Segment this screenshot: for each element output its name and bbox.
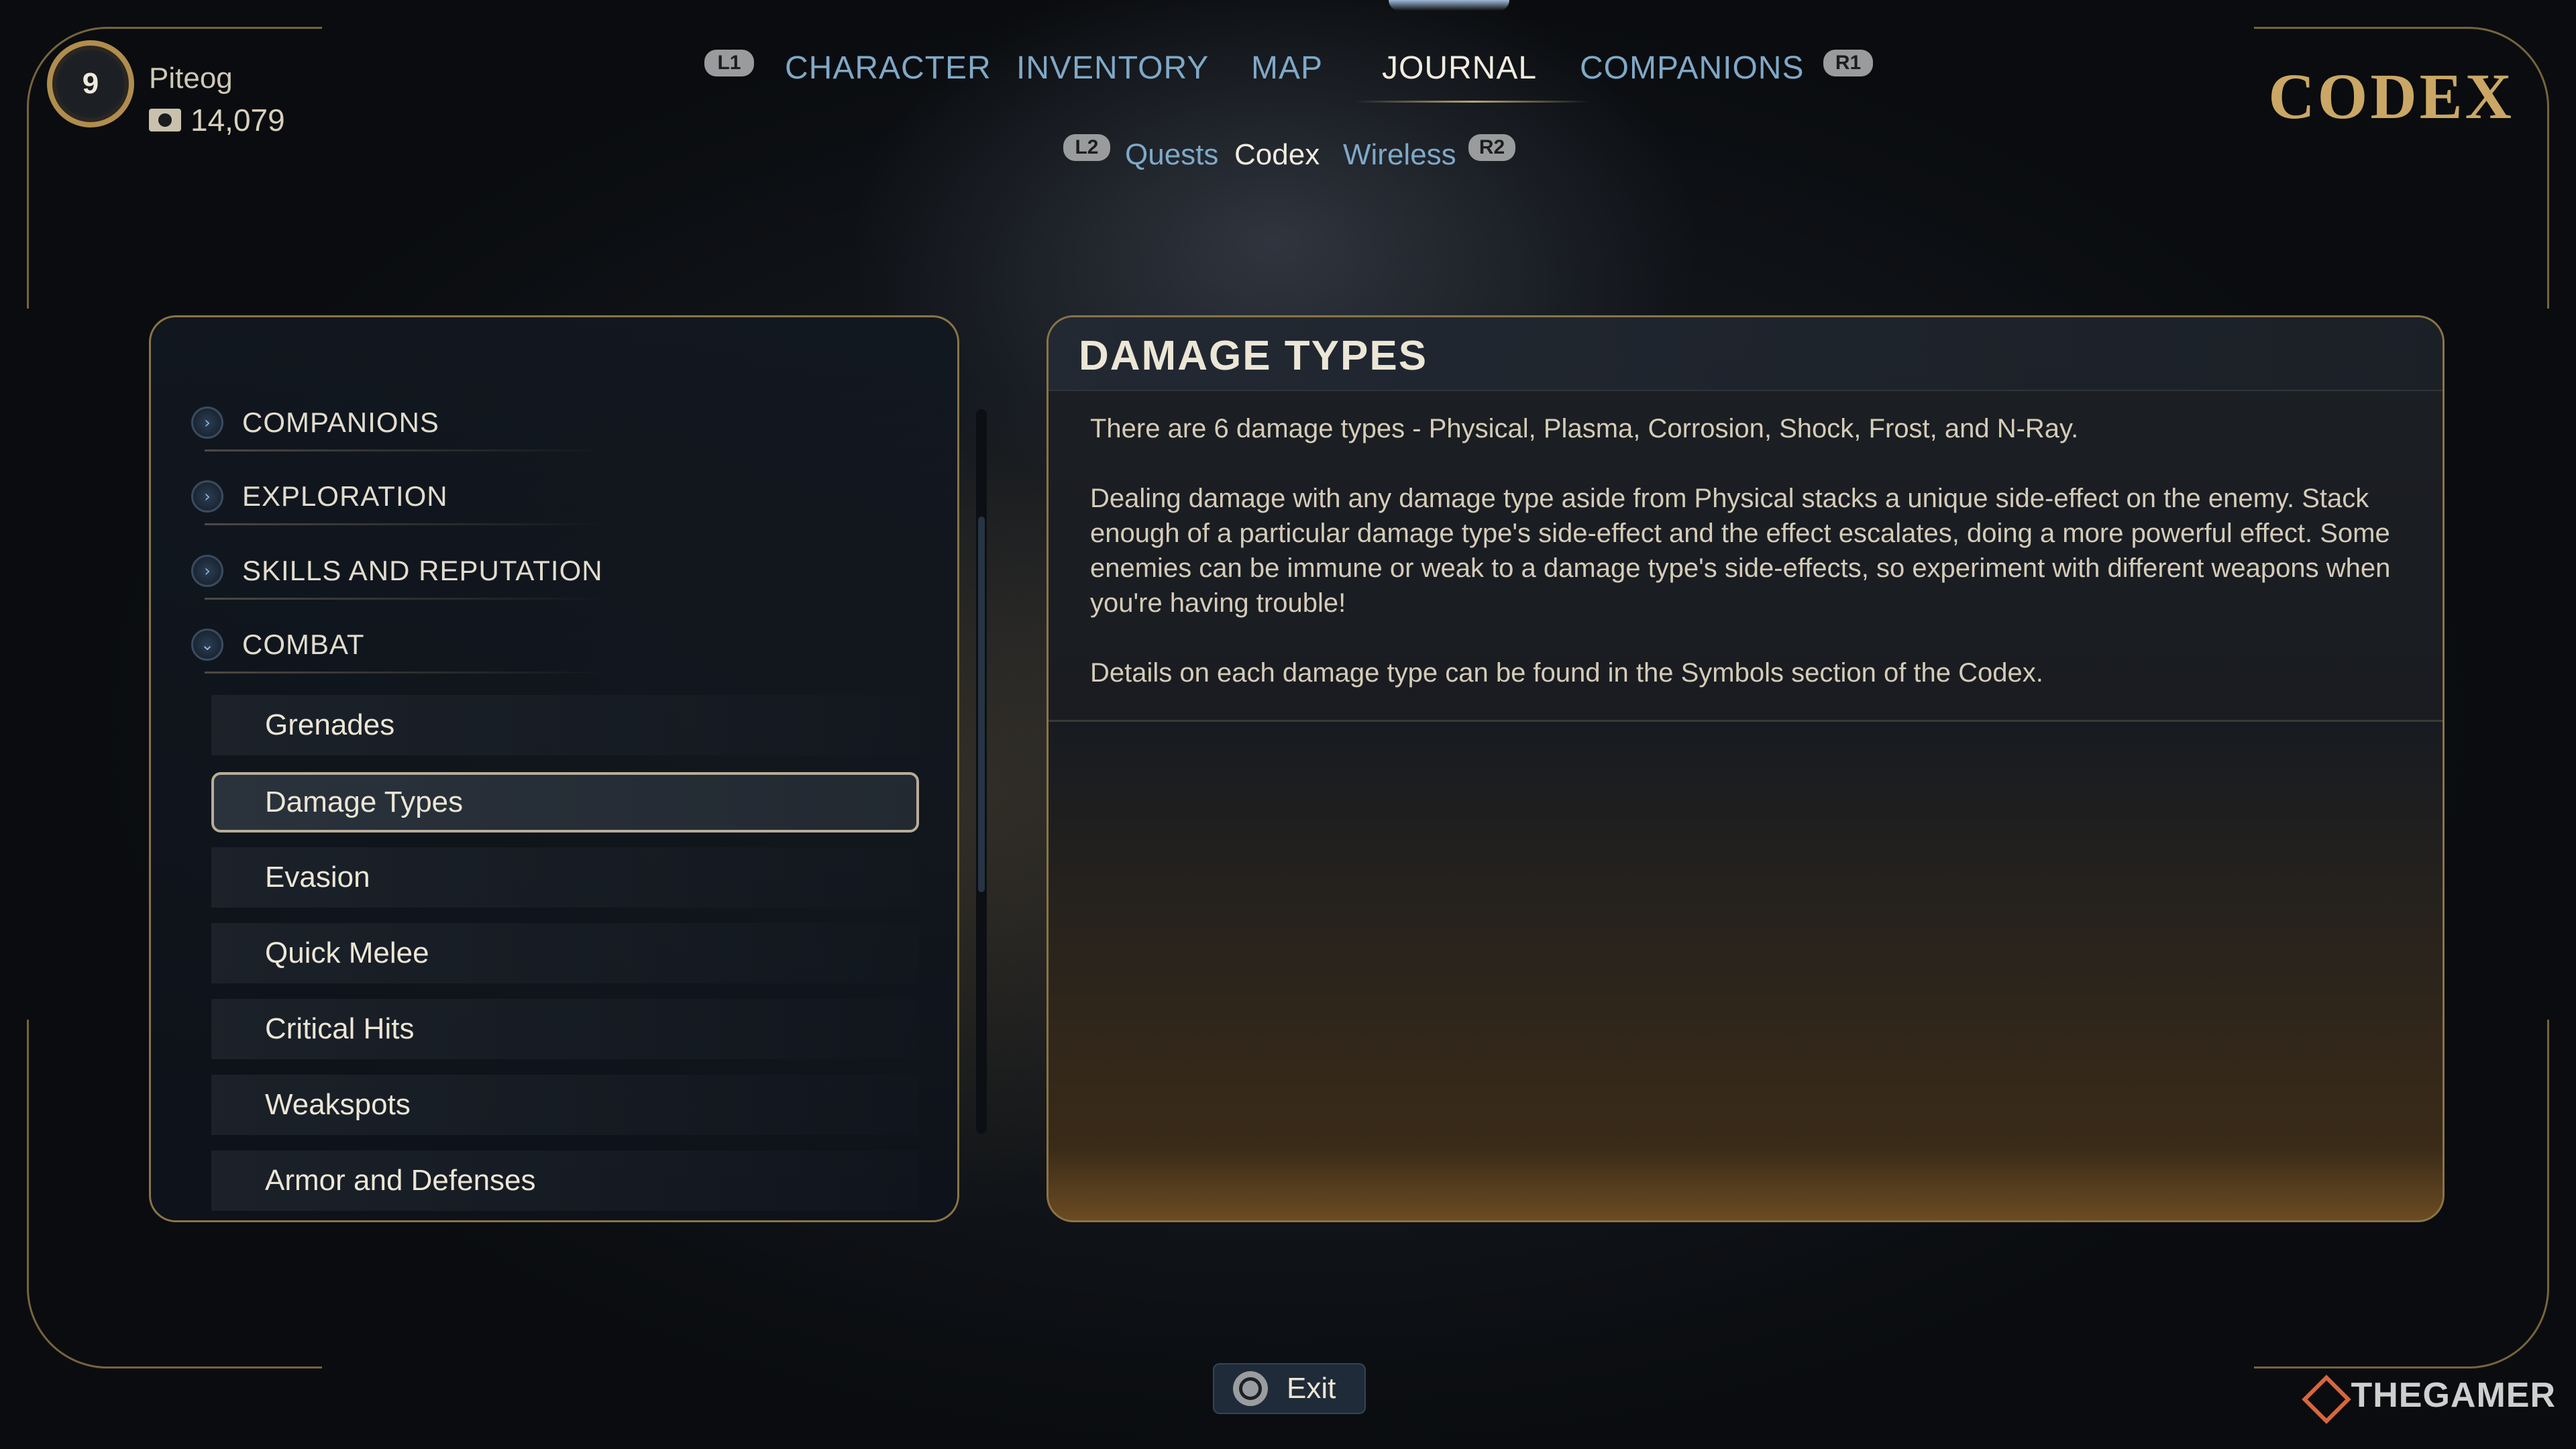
category-label: COMPANIONS: [242, 407, 439, 438]
detail-body: There are 6 damage types - Physical, Pla…: [1090, 411, 2405, 725]
category-companions[interactable]: › COMPANIONS: [191, 392, 795, 453]
chevron-right-icon: ›: [191, 407, 223, 439]
category-skills-and-reputation[interactable]: › SKILLS AND REPUTATION: [191, 541, 795, 601]
circle-button-icon: [1233, 1371, 1268, 1406]
subtab-wireless[interactable]: Wireless: [1343, 138, 1456, 172]
detail-paragraph: There are 6 damage types - Physical, Pla…: [1090, 414, 2079, 443]
category-exploration[interactable]: › EXPLORATION: [191, 466, 795, 527]
r2-button-icon[interactable]: R2: [1468, 134, 1515, 161]
entry-evasion[interactable]: Evasion: [211, 847, 919, 908]
entry-armor-and-defenses[interactable]: Armor and Defenses: [211, 1150, 919, 1211]
entry-critical-hits[interactable]: Critical Hits: [211, 999, 919, 1059]
detail-title: DAMAGE TYPES: [1079, 333, 1428, 379]
exit-button[interactable]: Exit: [1213, 1363, 1366, 1414]
entry-label: Quick Melee: [265, 936, 429, 969]
subtab-codex[interactable]: Codex: [1234, 138, 1320, 172]
player-name: Piteog: [149, 62, 233, 95]
codex-detail-panel: DAMAGE TYPES There are 6 damage types - …: [1046, 315, 2445, 1222]
entry-label: Damage Types: [265, 786, 464, 818]
l2-button-icon[interactable]: L2: [1063, 134, 1110, 161]
chevron-right-icon: ›: [191, 480, 223, 513]
detail-header: DAMAGE TYPES: [1049, 317, 2443, 391]
top-nav: L1 CHARACTER INVENTORY MAP JOURNAL COMPA…: [704, 46, 1878, 93]
entry-label: Weakspots: [265, 1088, 411, 1121]
watermark: THEGAMER: [2301, 1374, 2556, 1417]
active-tab-glow: [1389, 0, 1509, 11]
entry-label: Grenades: [265, 708, 395, 741]
category-label: COMBAT: [242, 629, 365, 660]
entry-damage-types[interactable]: Damage Types: [211, 772, 919, 833]
category-label: SKILLS AND REPUTATION: [242, 555, 603, 586]
r1-button-icon[interactable]: R1: [1823, 50, 1873, 76]
active-tab-underline: [1355, 101, 1590, 103]
detail-divider: [1049, 720, 2443, 722]
player-level-badge: 9: [47, 40, 134, 127]
l1-button-icon[interactable]: L1: [704, 50, 754, 76]
money-value: 14,079: [191, 103, 285, 138]
tab-inventory[interactable]: INVENTORY: [1016, 50, 1209, 87]
tab-companions[interactable]: COMPANIONS: [1580, 50, 1804, 87]
sub-nav: L2 Quests Codex Wireless R2: [1063, 129, 1519, 176]
entry-label: Evasion: [265, 861, 370, 894]
player-level: 9: [82, 67, 99, 100]
category-combat[interactable]: ⌄ COMBAT: [191, 614, 795, 675]
entry-label: Critical Hits: [265, 1012, 415, 1045]
entry-label: Armor and Defenses: [265, 1164, 536, 1197]
entry-weakspots[interactable]: Weakspots: [211, 1075, 919, 1135]
exit-label: Exit: [1287, 1372, 1336, 1405]
chevron-right-icon: ›: [191, 555, 223, 587]
player-money: 14,079: [149, 102, 285, 138]
tab-character[interactable]: CHARACTER: [785, 50, 991, 87]
tab-journal[interactable]: JOURNAL: [1382, 50, 1537, 87]
subtab-quests[interactable]: Quests: [1125, 138, 1218, 172]
list-scrollbar[interactable]: [976, 409, 987, 1134]
currency-icon: [149, 109, 181, 131]
page-title: CODEX: [2268, 60, 2514, 132]
codex-list-panel: › COMPANIONS › EXPLORATION › SKILLS AND …: [149, 315, 959, 1222]
entry-grenades[interactable]: Grenades: [211, 695, 919, 755]
thegamer-logo-icon: [2301, 1374, 2344, 1417]
detail-paragraph: Details on each damage type can be found…: [1090, 658, 2043, 688]
watermark-text: THEGAMER: [2351, 1376, 2556, 1415]
category-label: EXPLORATION: [242, 480, 448, 512]
tab-map[interactable]: MAP: [1251, 50, 1323, 87]
entry-quick-melee[interactable]: Quick Melee: [211, 923, 919, 983]
detail-paragraph: Dealing damage with any damage type asid…: [1090, 484, 2391, 618]
scrollbar-thumb[interactable]: [978, 517, 985, 892]
chevron-down-icon: ⌄: [191, 629, 223, 661]
